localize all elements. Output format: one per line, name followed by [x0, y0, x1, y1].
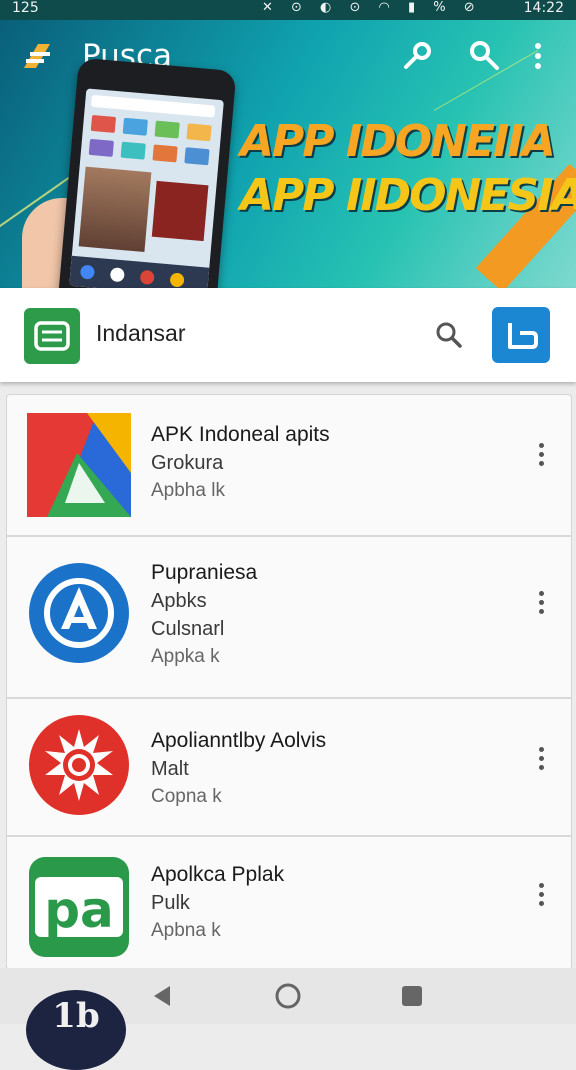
red-sun-logo-icon — [27, 713, 131, 817]
key-icon[interactable] — [400, 38, 436, 74]
brand-logo-icon[interactable] — [20, 40, 54, 72]
recents-icon[interactable] — [396, 980, 428, 1012]
tag-button[interactable] — [492, 307, 550, 363]
overflow-menu-icon[interactable] — [529, 879, 553, 913]
overflow-menu-icon[interactable] — [528, 38, 548, 74]
list-item[interactable]: Pupraniesa Apbks Culsnarl Appka k — [7, 535, 571, 699]
blue-circle-a-logo-icon — [27, 561, 131, 665]
list-item[interactable]: pa Apolkca Pplak Pulk Apbna k — [7, 835, 571, 969]
list-item[interactable]: APK Indoneal apits Grokura Apbha lk — [7, 395, 571, 537]
app-subtitle: Malt — [151, 758, 189, 780]
status-bar: 125 ✕ ⊙ ◐ ⊙ ◠ ▮ % ⊘ 14:22 — [0, 0, 576, 20]
colorful-triangle-logo-icon — [27, 413, 131, 517]
app-meta: Apbha lk — [151, 480, 225, 501]
list-item[interactable]: Apolianntlby Aolvis Malt Copna k — [7, 697, 571, 837]
app-meta: Apbna k — [151, 920, 221, 941]
green-pa-logo-icon: pa — [27, 855, 131, 959]
home-icon[interactable] — [272, 980, 304, 1012]
status-carrier: 125 — [12, 0, 39, 16]
app-subtitle: Grokura — [151, 452, 224, 474]
status-time: 14:22 — [523, 0, 564, 16]
tag-icon — [508, 323, 538, 349]
overflow-menu-icon[interactable] — [529, 439, 553, 473]
app-subtitle: Apbks — [151, 590, 207, 612]
app-title: Pupraniesa — [151, 561, 258, 584]
list-app-icon[interactable] — [24, 308, 80, 364]
overflow-menu-icon[interactable] — [529, 743, 553, 777]
app-list: APK Indoneal apits Grokura Apbha lk Pupr… — [6, 394, 572, 970]
search-bar — [0, 288, 576, 382]
search-input[interactable] — [96, 320, 396, 347]
back-icon[interactable] — [146, 980, 178, 1012]
banner-headline-secondary: APP IIDONESIA — [240, 170, 576, 221]
overflow-menu-icon[interactable] — [529, 587, 553, 621]
hero-banner: Pusca APP IDONEIIA APP IIDONESIA — [0, 20, 576, 288]
phone-screen — [69, 88, 224, 288]
search-icon[interactable] — [466, 38, 502, 74]
app-title: APK Indoneal apits — [151, 423, 330, 446]
status-icons: ✕ ⊙ ◐ ⊙ ◠ ▮ % ⊘ — [262, 0, 482, 15]
search-icon[interactable] — [432, 318, 466, 352]
app-meta: Appka k — [151, 646, 220, 667]
app-subtitle: Pulk — [151, 892, 190, 914]
app-title: Apolianntlby Aolvis — [151, 729, 327, 752]
app-meta: Copna k — [151, 786, 222, 807]
app-title: Apolkca Pplak — [151, 863, 285, 886]
banner-headline-primary: APP IDONEIIA — [240, 116, 556, 167]
svg-text:pa: pa — [44, 881, 114, 939]
app-subtitle: Culsnarl — [151, 618, 225, 640]
phone-illustration — [57, 57, 237, 288]
corner-badge: 1b — [26, 990, 126, 1070]
